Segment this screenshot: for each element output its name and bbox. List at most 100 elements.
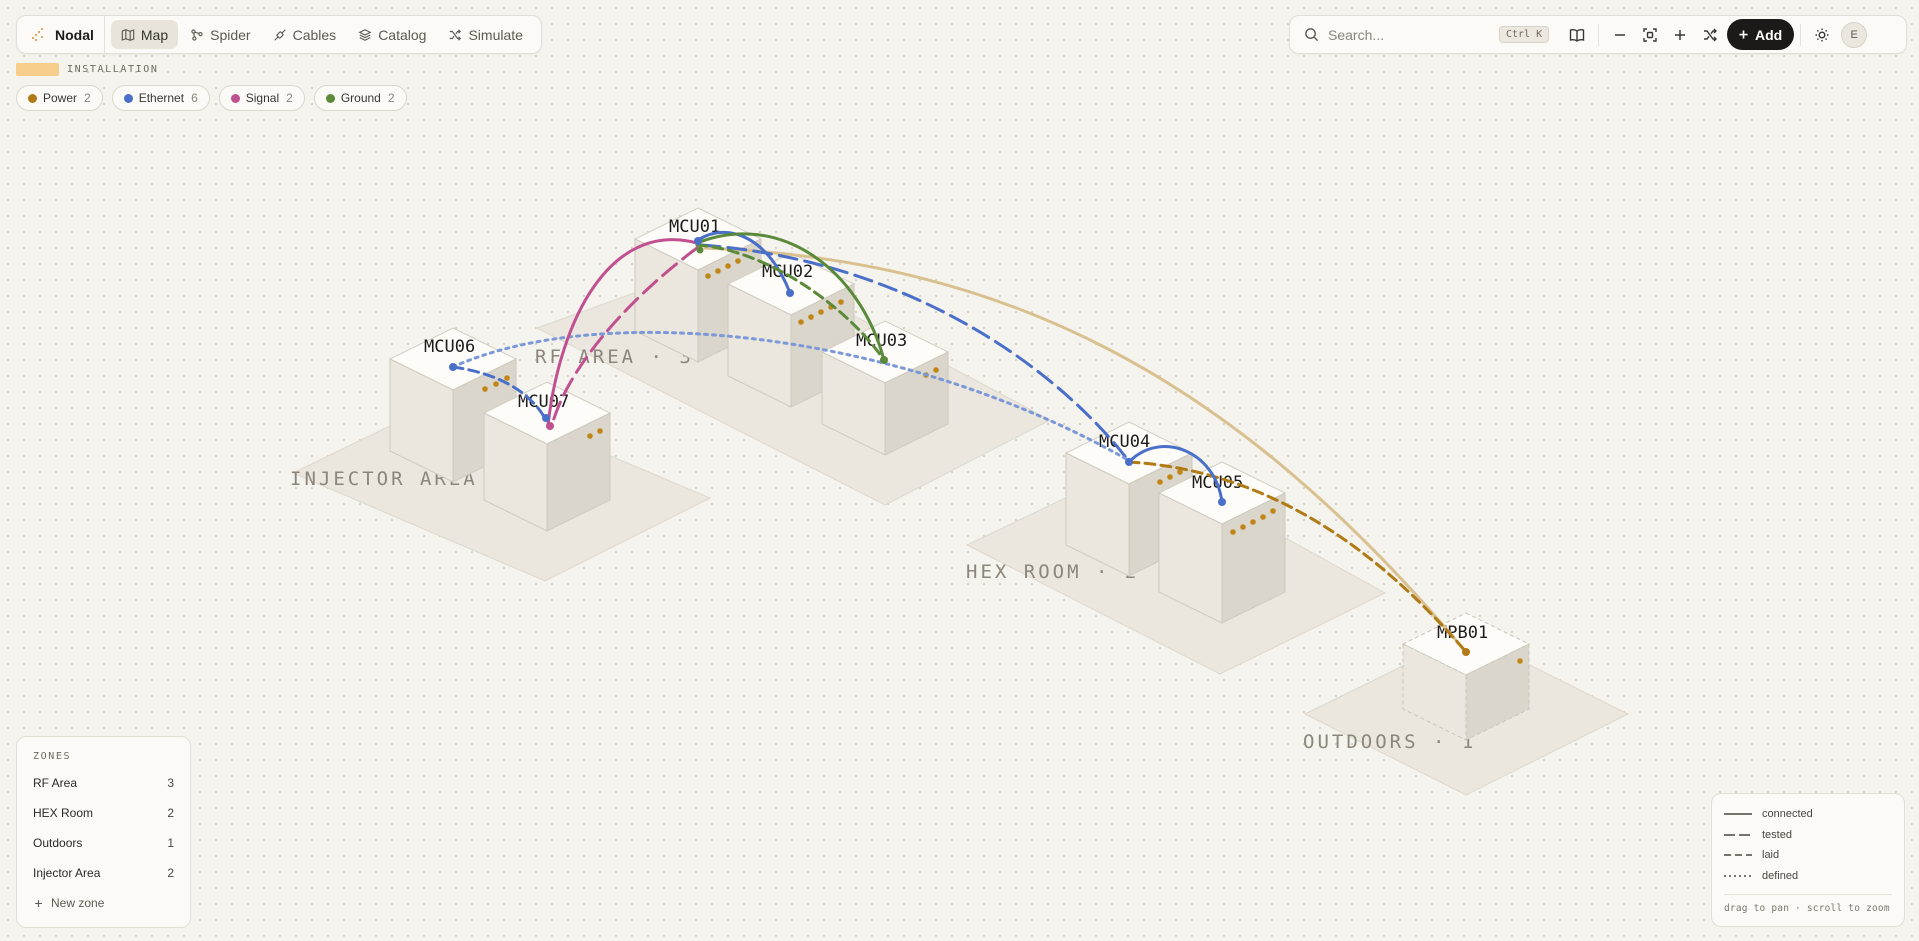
plus-icon [1739, 30, 1748, 39]
device-label: MCU02 [762, 262, 813, 282]
plus-icon [35, 899, 42, 907]
signal-dot-icon [230, 93, 240, 103]
zone-name: HEX Room [33, 806, 94, 820]
theme-toggle-button[interactable] [1807, 20, 1837, 50]
chip-label: Ground [340, 91, 381, 105]
zone-count: 1 [167, 836, 174, 850]
zone-name: RF Area [33, 776, 78, 790]
add-button-label: Add [1755, 26, 1783, 43]
installation-indicator[interactable]: INSTALLATION [16, 63, 158, 76]
chip-label: Power [43, 91, 78, 105]
filter-chip-power[interactable]: Power 2 [16, 85, 103, 111]
legend-label: laid [1762, 849, 1780, 862]
brand[interactable]: Nodal [25, 16, 105, 53]
chip-count: 2 [84, 91, 91, 105]
chip-label: Ethernet [138, 91, 185, 105]
zone-count: 3 [167, 776, 174, 790]
tab-label: Map [140, 26, 169, 43]
chip-count: 2 [286, 91, 293, 105]
tab-simulate[interactable]: Simulate [438, 20, 532, 49]
zoom-out-button[interactable] [1605, 20, 1635, 50]
legend-item-connected: connected [1724, 804, 1892, 825]
zoom-in-button[interactable] [1665, 20, 1695, 50]
zones-panel: ZONES RF Area 3 HEX Room 2 Outdoors 1 In… [16, 736, 191, 928]
legend-label: tested [1762, 828, 1792, 841]
device-mcu05[interactable]: MCU05 [1157, 461, 1287, 624]
book-icon [1569, 28, 1585, 42]
tab-label: Spider [210, 26, 251, 43]
legend-item-tested: tested [1724, 825, 1892, 846]
filter-chip-signal[interactable]: Signal 2 [218, 85, 305, 111]
tab-spider[interactable]: Spider [180, 20, 260, 49]
tab-label: Cables [292, 26, 337, 43]
tab-map[interactable]: Map [110, 20, 179, 49]
zone-list-item[interactable]: RF Area 3 [33, 768, 174, 798]
fit-view-icon [1643, 27, 1657, 42]
zone-name: Injector Area [33, 866, 101, 880]
add-button[interactable]: Add [1727, 19, 1795, 50]
shuffle-icon [1704, 28, 1717, 41]
ethernet-dot-icon [123, 93, 133, 103]
zone-count: 2 [167, 806, 174, 820]
filter-chip-ground[interactable]: Ground 2 [313, 85, 407, 111]
nodal-logo-icon [32, 27, 43, 41]
chip-count: 2 [387, 91, 395, 105]
layers-icon [358, 28, 372, 41]
filter-chip-ethernet[interactable]: Ethernet 6 [111, 85, 210, 111]
zone-list-item[interactable]: HEX Room 2 [33, 798, 174, 828]
search-box[interactable]: Ctrl K [1304, 26, 1556, 43]
zone-label-outdoors: OUTDOORS · 1 [1303, 731, 1476, 753]
legend-label: connected [1762, 808, 1813, 821]
chip-count: 6 [191, 91, 198, 105]
auto-layout-button[interactable] [1695, 20, 1725, 50]
zone-list-item[interactable]: Injector Area 2 [33, 858, 174, 888]
legend-item-defined: defined [1724, 866, 1892, 887]
tab-label: Simulate [468, 26, 523, 43]
tab-catalog[interactable]: Catalog [348, 20, 436, 49]
docs-button[interactable] [1562, 20, 1592, 50]
toolbar-divider [1800, 23, 1802, 46]
map-canvas[interactable]: INJECTOR AREA · 2 RF AREA · 3 HEX ROOM ·… [0, 0, 1919, 941]
device-mcu07[interactable]: MCU07 [482, 381, 612, 532]
port-dots [1517, 658, 1523, 664]
zone-name: Outdoors [33, 836, 83, 850]
ground-dot-icon [325, 93, 335, 103]
cable-status-legend: connected tested laid defined drag to pa… [1711, 793, 1905, 927]
dot-line-icon [1724, 875, 1752, 877]
spider-icon [191, 28, 203, 41]
dash-line-icon [1724, 854, 1752, 856]
chip-label: Signal [245, 91, 280, 105]
map-icon [121, 28, 135, 41]
power-dot-icon [28, 93, 37, 103]
installation-label: INSTALLATION [67, 64, 159, 75]
map-controls-hint: drag to pan · scroll to zoom [1724, 894, 1892, 914]
cable-icon [273, 28, 286, 41]
plus-icon [1675, 29, 1685, 40]
new-zone-button[interactable]: New zone [33, 888, 174, 918]
tab-cables[interactable]: Cables [263, 20, 347, 49]
fit-view-button[interactable] [1635, 20, 1665, 50]
main-toolbar: Nodal Map Spider Cables Catalog Simulate [16, 15, 542, 54]
installation-swatch [16, 63, 59, 76]
tab-label: Catalog [378, 26, 427, 43]
sun-icon [1815, 28, 1829, 41]
toolbar-divider [1598, 23, 1599, 46]
cable-type-filters: Power 2 Ethernet 6 Signal 2 Ground 2 [16, 85, 407, 111]
minus-icon [1615, 33, 1625, 36]
legend-label: defined [1762, 869, 1799, 882]
search-icon [1305, 28, 1319, 42]
avatar[interactable]: E [1841, 21, 1868, 48]
legend-item-laid: laid [1724, 845, 1892, 866]
zone-list-item[interactable]: Outdoors 1 [33, 828, 174, 858]
new-zone-label: New zone [51, 896, 105, 910]
long-dash-line-icon [1724, 834, 1752, 836]
solid-line-icon [1724, 813, 1752, 815]
app-name: Nodal [55, 26, 94, 43]
device-label: MCU06 [424, 337, 475, 357]
zone-count: 2 [167, 866, 174, 880]
search-input[interactable] [1328, 26, 1478, 43]
zones-title: ZONES [33, 751, 72, 762]
shuffle-icon [450, 28, 462, 41]
search-shortcut: Ctrl K [1499, 26, 1550, 43]
right-toolbar: Ctrl K Add E [1289, 15, 1907, 54]
